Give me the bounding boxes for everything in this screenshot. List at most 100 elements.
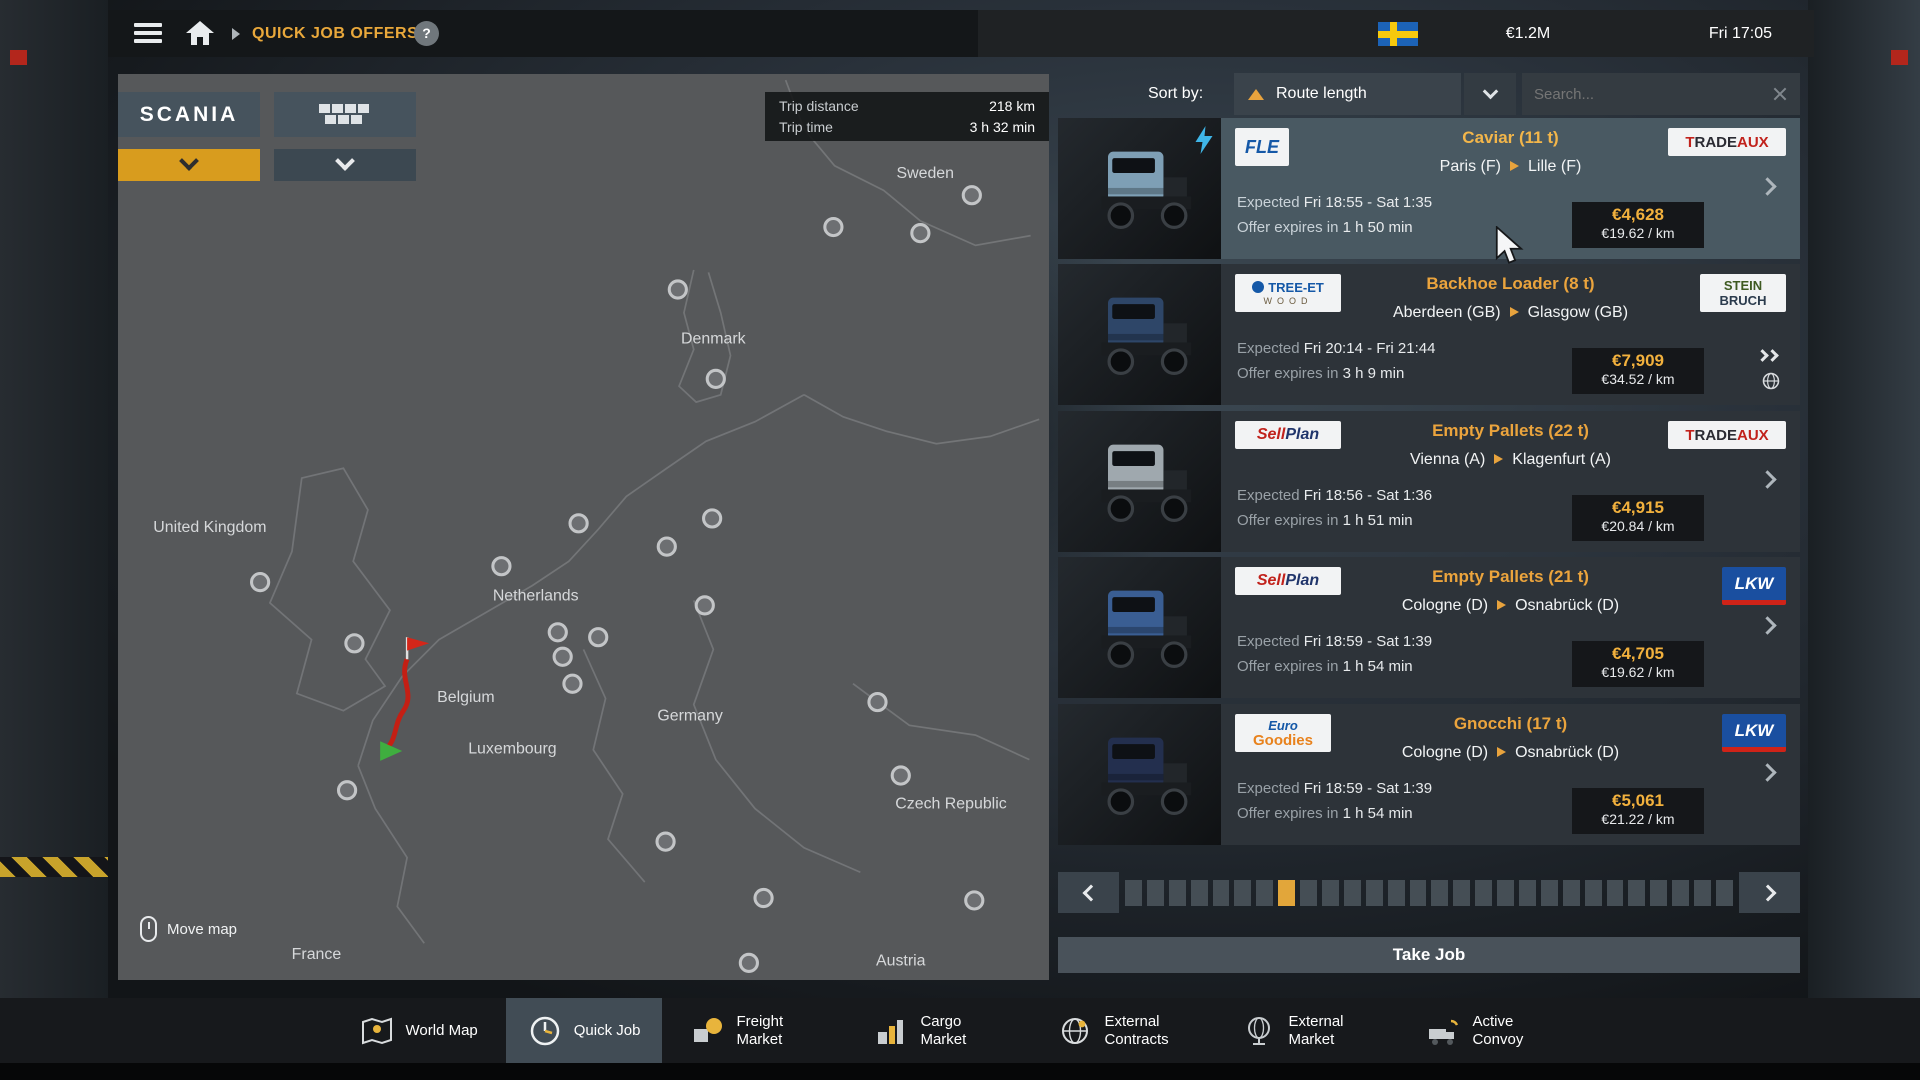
route-arrow-icon xyxy=(1497,600,1506,610)
country-label: Czech Republic xyxy=(895,796,1006,813)
red-indicator-light xyxy=(1891,50,1908,65)
pagination-tick[interactable] xyxy=(1453,880,1470,906)
route-from: Cologne (D) xyxy=(1402,597,1488,614)
trip-info-box: Trip distance 218 km Trip time 3 h 32 mi… xyxy=(765,92,1049,141)
cargo-label: Empty Pallets (21 t) xyxy=(1221,567,1800,587)
pagination-tick[interactable] xyxy=(1234,880,1251,906)
route-text: Paris (F)Lille (F) xyxy=(1221,158,1800,176)
sort-dropdown[interactable]: Route length xyxy=(1234,73,1461,115)
pagination-tick[interactable] xyxy=(1519,880,1536,906)
pagination-tick[interactable] xyxy=(1431,880,1448,906)
job-card[interactable]: FLE Caviar (11 t) TRADEAUX Paris (F)Lill… xyxy=(1058,118,1800,259)
route-from: Vienna (A) xyxy=(1410,451,1485,468)
route-text: Aberdeen (GB)Glasgow (GB) xyxy=(1221,304,1800,322)
pagination-tick[interactable] xyxy=(1169,880,1186,906)
pagination-tick[interactable] xyxy=(1585,880,1602,906)
pagination-tick[interactable] xyxy=(1563,880,1580,906)
job-times: Expected Fri 18:55 - Sat 1:35 Offer expi… xyxy=(1237,190,1432,240)
job-card[interactable]: SellPlan Empty Pallets (21 t) LKW Cologn… xyxy=(1058,557,1800,698)
pagination-tick[interactable] xyxy=(1191,880,1208,906)
chevron-right-icon xyxy=(1759,884,1776,901)
pagination-tick[interactable] xyxy=(1650,880,1667,906)
player-money: €1.2M xyxy=(1468,10,1588,57)
job-card[interactable]: TREE-ET WOOD Backhoe Loader (8 t) STEIN … xyxy=(1058,264,1800,405)
job-price: €5,061 xyxy=(1572,791,1704,811)
pagination-tick[interactable] xyxy=(1344,880,1361,906)
home-icon[interactable] xyxy=(184,19,216,47)
bottom-navigation: World Map Quick Job Freight Market Cargo… xyxy=(0,998,1920,1063)
pagination-tick[interactable] xyxy=(1694,880,1711,906)
country-label: Netherlands xyxy=(493,587,579,604)
job-card[interactable]: SellPlan Empty Pallets (22 t) TRADEAUX V… xyxy=(1058,411,1800,552)
pagination-tick[interactable] xyxy=(1607,880,1624,906)
route-arrow-icon xyxy=(1510,307,1519,317)
country-label: France xyxy=(292,946,342,963)
next-page-button[interactable] xyxy=(1739,872,1800,913)
search-input[interactable] xyxy=(1534,86,1772,103)
job-times: Expected Fri 20:14 - Fri 21:44 Offer exp… xyxy=(1237,336,1435,386)
top-bar: QUICK JOB OFFERS ? €1.2M Fri 17:05 xyxy=(108,10,1814,57)
clear-search-icon[interactable] xyxy=(1772,86,1788,102)
world-map-icon xyxy=(360,1014,394,1048)
pagination-tick[interactable] xyxy=(1278,880,1295,906)
pagination-tick[interactable] xyxy=(1300,880,1317,906)
country-label: Sweden xyxy=(897,165,955,182)
pagination-tick[interactable] xyxy=(1475,880,1492,906)
pagination-tick[interactable] xyxy=(1541,880,1558,906)
country-label: Germany xyxy=(657,707,722,724)
prev-page-button[interactable] xyxy=(1058,872,1119,913)
pagination-tick[interactable] xyxy=(1410,880,1427,906)
nav-item-world-map[interactable]: World Map xyxy=(338,998,500,1063)
route-to: Glasgow (GB) xyxy=(1528,304,1628,321)
pagination-tick[interactable] xyxy=(1672,880,1689,906)
trailer-button[interactable] xyxy=(274,92,416,137)
help-button[interactable]: ? xyxy=(414,21,439,46)
pagination-tick[interactable] xyxy=(1147,880,1164,906)
job-card[interactable]: Euro Goodies Gnocchi (17 t) LKW Cologne … xyxy=(1058,704,1800,845)
take-job-button[interactable]: Take Job xyxy=(1058,937,1800,973)
nav-item-external-market[interactable]: External Market xyxy=(1220,998,1398,1063)
city-markers xyxy=(252,187,983,972)
nav-item-active-convoy[interactable]: Active Convoy xyxy=(1404,998,1582,1063)
route-arrow-icon xyxy=(1494,454,1503,464)
country-label: Austria xyxy=(876,952,926,969)
truck-brand-button[interactable]: SCANIA xyxy=(118,92,260,137)
pagination-tick[interactable] xyxy=(1628,880,1645,906)
trailer-dropdown-chevron[interactable] xyxy=(274,149,416,181)
country-label: Denmark xyxy=(681,330,746,347)
job-times: Expected Fri 18:56 - Sat 1:36 Offer expi… xyxy=(1237,483,1432,533)
pagination-tick[interactable] xyxy=(1497,880,1514,906)
trailer-icon xyxy=(317,102,373,128)
pagination-tick[interactable] xyxy=(1716,880,1733,906)
job-price: €4,915 xyxy=(1572,498,1704,518)
pagination-tick[interactable] xyxy=(1388,880,1405,906)
pagination-tick[interactable] xyxy=(1256,880,1273,906)
breadcrumb-separator-icon xyxy=(232,28,240,40)
route-to: Osnabrück (D) xyxy=(1515,744,1619,761)
country-labels: Sweden Denmark United Kingdom Netherland… xyxy=(153,165,1006,969)
sort-value: Route length xyxy=(1276,85,1367,103)
expand-chevron-icon xyxy=(1758,470,1776,488)
pagination-tick[interactable] xyxy=(1322,880,1339,906)
nav-item-external-contracts[interactable]: External Contracts xyxy=(1036,998,1214,1063)
nav-item-cargo-market[interactable]: Cargo Market xyxy=(852,998,1030,1063)
price-box: €5,061 €21.22 / km xyxy=(1572,788,1704,834)
truck-dropdown-chevron[interactable] xyxy=(118,149,260,181)
sort-direction-button[interactable] xyxy=(1464,73,1516,115)
route-arrow-icon xyxy=(1497,747,1506,757)
job-price: €7,909 xyxy=(1572,351,1704,371)
pagination-tick[interactable] xyxy=(1213,880,1230,906)
menu-icon[interactable] xyxy=(134,23,162,44)
nav-item-freight-market[interactable]: Freight Market xyxy=(668,998,846,1063)
nav-item-quick-job[interactable]: Quick Job xyxy=(506,998,663,1063)
route-text: Vienna (A)Klagenfurt (A) xyxy=(1221,451,1800,469)
pagination-tick[interactable] xyxy=(1125,880,1142,906)
cargo-market-icon xyxy=(874,1014,908,1048)
pagination-tick[interactable] xyxy=(1366,880,1383,906)
red-indicator-light xyxy=(10,50,27,65)
bottom-strip xyxy=(0,1063,1920,1080)
globe-grid-icon xyxy=(1058,1014,1092,1048)
europe-map[interactable]: Sweden Denmark United Kingdom Netherland… xyxy=(118,74,1049,980)
sweden-flag-icon xyxy=(1378,22,1418,46)
country-label: Luxembourg xyxy=(468,741,556,758)
